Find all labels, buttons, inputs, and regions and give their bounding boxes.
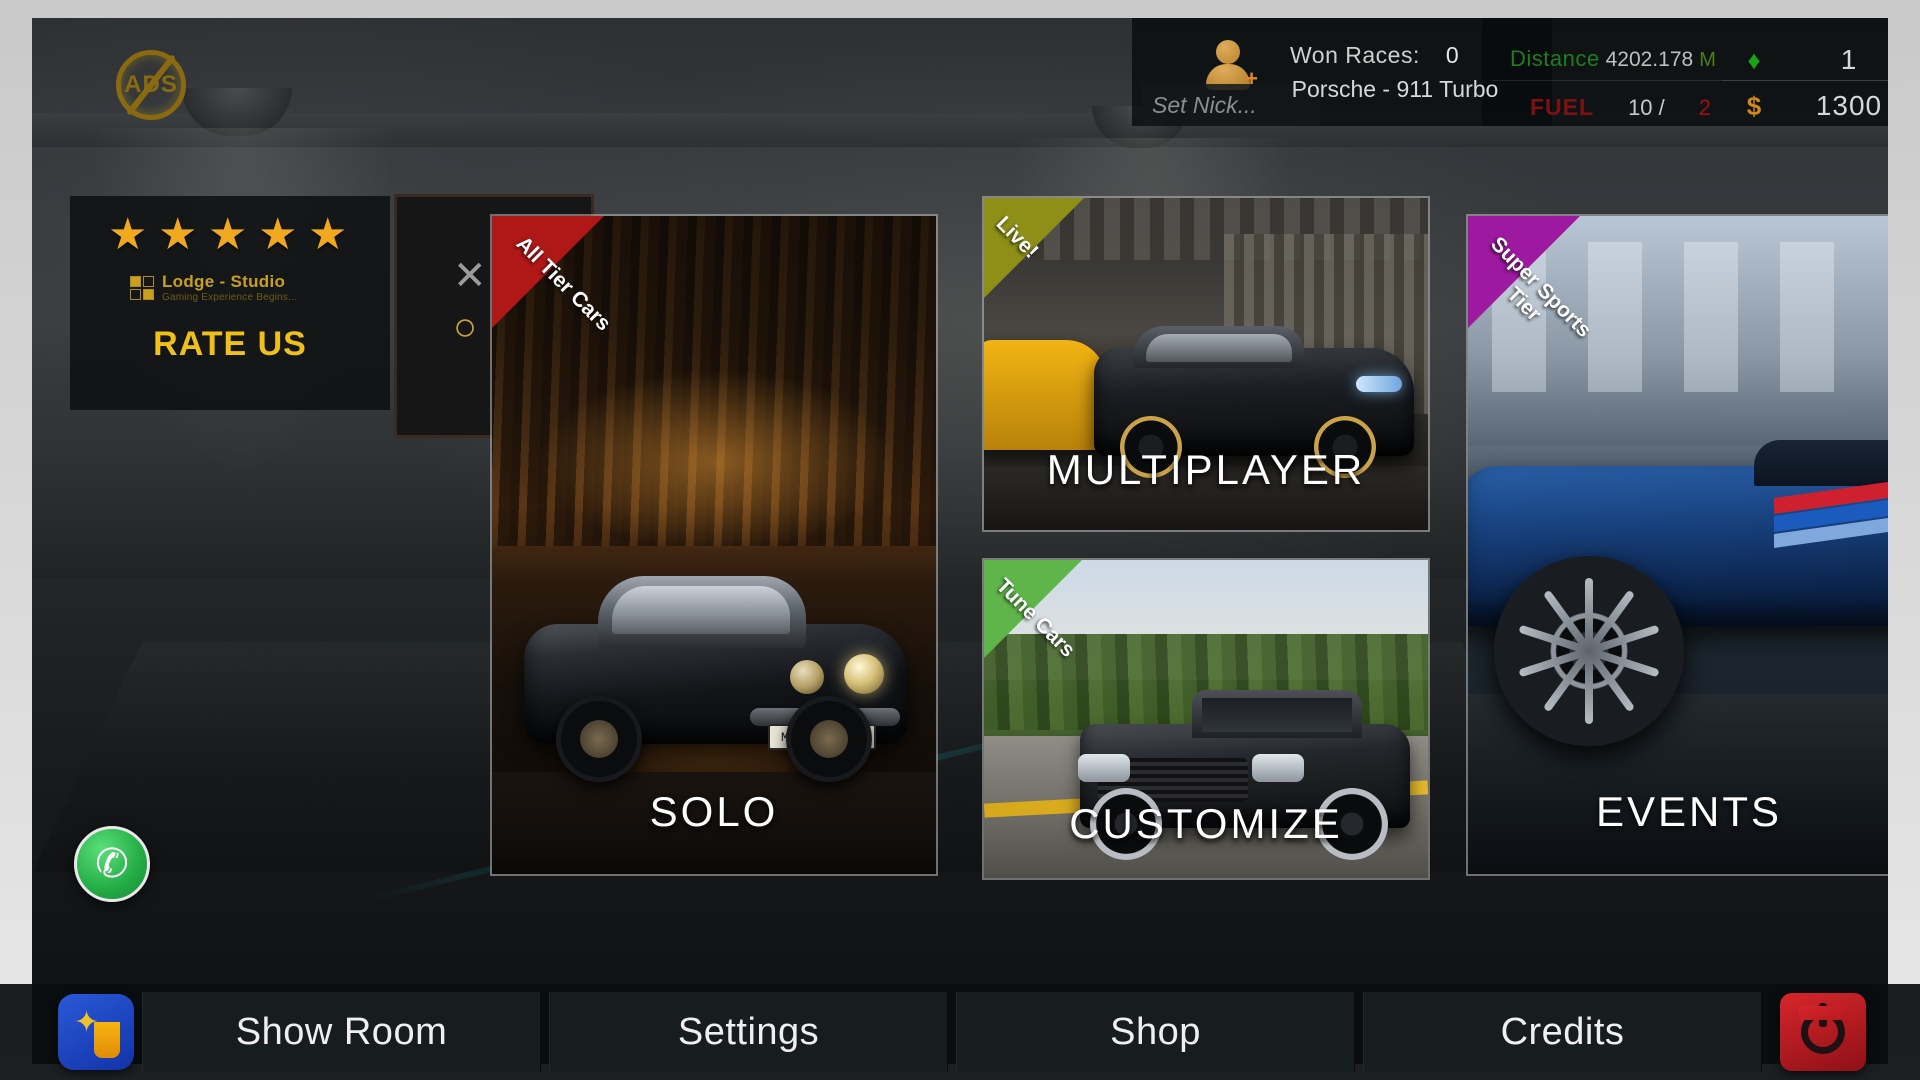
- sunset-glow: [532, 366, 902, 556]
- distance-stat: Distance 4202.178 M: [1510, 46, 1716, 72]
- star-rating[interactable]: ★ ★ ★ ★ ★: [70, 196, 390, 258]
- no-ads-label: ADS: [124, 71, 178, 98]
- nav-button-settings[interactable]: Settings: [549, 992, 948, 1072]
- card-title-multiplayer: MULTIPLAYER: [1046, 446, 1366, 493]
- studio-credit: Lodge - Studio Gaming Experience Begins.…: [70, 272, 390, 303]
- distance-value: 4202.178: [1605, 48, 1694, 71]
- won-races-label: Won Races:: [1290, 42, 1420, 68]
- star-icon[interactable]: ★: [108, 213, 152, 258]
- yellow-car: [984, 340, 1106, 450]
- card-events[interactable]: Super Sports Tier EVENTS: [1466, 214, 1888, 876]
- car-window: [1754, 440, 1888, 486]
- dollar-icon: $: [1746, 90, 1762, 121]
- card-customize[interactable]: Tune Cars CUSTOMIZE: [982, 558, 1430, 880]
- nav-label: Shop: [1110, 1010, 1201, 1053]
- car-wheel: [556, 696, 642, 782]
- car-headlight: [790, 660, 824, 694]
- car-headlight: [1252, 754, 1304, 782]
- card-title-events: EVENTS: [1595, 788, 1783, 835]
- card-title-customize: CUSTOMIZE: [1069, 800, 1343, 847]
- star-icon[interactable]: ★: [208, 213, 252, 258]
- nav-label: Credits: [1500, 1010, 1625, 1053]
- nav-button-show-room[interactable]: Show Room: [142, 992, 541, 1072]
- bottom-navigation-bar: ✦ Show Room Settings Shop Credits: [0, 984, 1920, 1080]
- studio-name: Lodge - Studio: [162, 272, 286, 291]
- distance-label: Distance: [1510, 46, 1600, 71]
- building-window: [1684, 242, 1738, 392]
- car-wheel: [786, 696, 872, 782]
- nav-button-shop[interactable]: Shop: [956, 992, 1355, 1072]
- card-title-solo: SOLO: [649, 788, 779, 835]
- current-car-name: Porsche - 911 Turbo: [1291, 76, 1499, 102]
- phone-glyph: ✆: [95, 842, 129, 886]
- building-window: [1780, 242, 1834, 392]
- star-icon[interactable]: ★: [158, 213, 202, 258]
- porsche-911-image: MTK•DP 52H: [514, 568, 918, 798]
- u-glyph: [94, 1022, 120, 1058]
- nav-label: Settings: [677, 1010, 820, 1053]
- close-icon[interactable]: ✕: [453, 253, 487, 299]
- car-headlight: [844, 654, 884, 694]
- star-icon[interactable]: ★: [258, 213, 302, 258]
- coin-currency[interactable]: $ 1300: [1732, 84, 1888, 128]
- nav-button-credits[interactable]: Credits: [1363, 992, 1762, 1072]
- power-glyph: [1799, 1003, 1847, 1054]
- card-solo[interactable]: MTK•DP 52H All Tier Cars SOLO: [490, 214, 938, 876]
- rate-us-panel[interactable]: ★ ★ ★ ★ ★ Lodge - Studio Gaming Experien…: [70, 196, 390, 410]
- game-viewport: ADS + Set Nick... Won Races: 0 Porsche -…: [32, 18, 1888, 1064]
- fuel-label: FUEL: [1530, 94, 1595, 120]
- top-hud: ADS + Set Nick... Won Races: 0 Porsche -…: [32, 18, 1888, 128]
- car-wheel: [1494, 556, 1684, 746]
- set-nick-placeholder: Set Nick...: [1152, 91, 1257, 118]
- fuel-max: 2: [1698, 95, 1712, 120]
- power-icon[interactable]: [1780, 993, 1866, 1071]
- car-headlight: [1078, 754, 1130, 782]
- won-races-value: 0: [1445, 42, 1459, 68]
- distance-unit: M: [1699, 49, 1716, 71]
- building-window: [1588, 242, 1642, 392]
- won-races-stat: Won Races: 0: [1290, 42, 1459, 69]
- studio-tagline: Gaming Experience Begins...: [162, 292, 297, 303]
- car-windshield: [612, 586, 790, 634]
- app-logo-icon[interactable]: ✦: [58, 994, 134, 1070]
- screen: ADS + Set Nick... Won Races: 0 Porsche -…: [0, 0, 1920, 1080]
- whatsapp-icon[interactable]: ✆: [74, 826, 150, 902]
- star-icon[interactable]: ★: [308, 213, 352, 258]
- card-multiplayer[interactable]: Live! MULTIPLAYER: [982, 196, 1430, 532]
- gem-currency[interactable]: ♦ 1: [1732, 38, 1888, 82]
- black-car-headlight: [1356, 376, 1402, 392]
- bmw-m8-image: [1468, 436, 1888, 746]
- black-car-window: [1146, 334, 1292, 362]
- rate-us-button[interactable]: RATE US: [70, 325, 390, 364]
- studio-logo-icon: [130, 275, 154, 300]
- fuel-stat: FUEL 10 / 2: [1530, 94, 1711, 121]
- nav-label: Show Room: [235, 1010, 448, 1053]
- gem-icon: ♦: [1747, 44, 1761, 75]
- coin-value: 1300: [1815, 90, 1883, 121]
- circle-icon[interactable]: ○: [453, 305, 477, 350]
- gem-value: 1: [1840, 44, 1858, 75]
- fuel-value: 10 /: [1628, 95, 1665, 120]
- avatar-head: [1216, 40, 1240, 64]
- no-ads-button[interactable]: ADS: [110, 44, 192, 126]
- car-windshield: [1202, 698, 1352, 732]
